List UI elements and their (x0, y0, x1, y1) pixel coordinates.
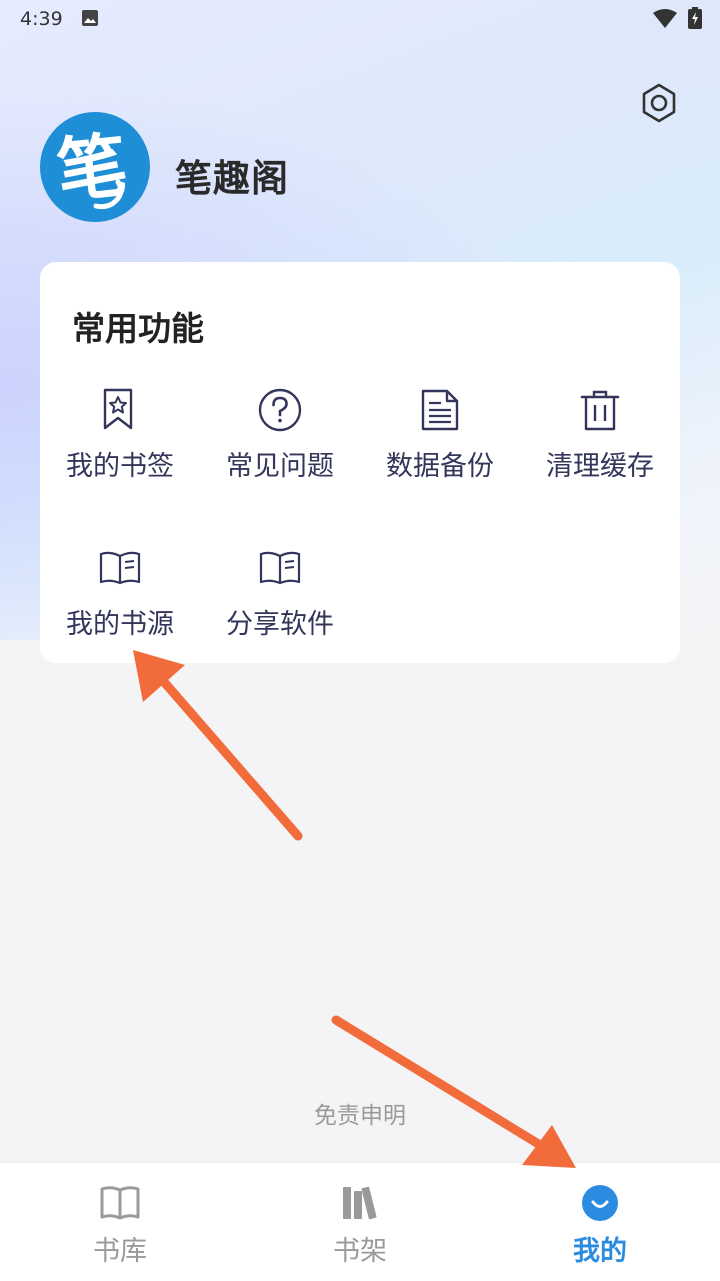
document-icon (421, 389, 459, 431)
settings-icon[interactable] (638, 82, 680, 124)
nav-label: 我的 (573, 1236, 627, 1267)
card-title: 常用功能 (72, 309, 204, 348)
nav-tab-mine[interactable]: 我的 (480, 1163, 720, 1281)
question-circle-icon (258, 388, 302, 432)
function-label: 我的书源 (66, 609, 174, 640)
common-functions-card: 常用功能 我的书签 常见问题 数据备份 清理缓存 我的书源 分享软件 (40, 262, 680, 663)
nav-label: 书库 (93, 1236, 147, 1267)
battery-icon (688, 7, 702, 29)
bookshelf-icon (343, 1186, 377, 1220)
bottom-navigation: 书库 书架 我的 (0, 1162, 720, 1281)
wifi-icon (653, 9, 677, 28)
nav-tab-bookshelf[interactable]: 书架 (240, 1163, 480, 1281)
function-share-app[interactable]: 分享软件 (200, 546, 360, 676)
function-label: 我的书签 (66, 451, 174, 482)
status-bar: 4:39 (0, 0, 720, 36)
function-faq[interactable]: 常见问题 (200, 388, 360, 518)
function-data-backup[interactable]: 数据备份 (360, 388, 520, 518)
function-clear-cache[interactable]: 清理缓存 (520, 388, 680, 518)
image-notification-icon (82, 10, 98, 26)
book-icon (100, 1186, 140, 1220)
status-time: 4:39 (20, 8, 63, 30)
app-avatar-logo[interactable]: 笔 (40, 112, 150, 222)
function-my-bookmarks[interactable]: 我的书签 (40, 388, 200, 518)
arrow-to-book-sources (133, 650, 303, 841)
bookmark-star-icon (103, 388, 133, 430)
function-label: 数据备份 (386, 451, 494, 482)
function-label: 清理缓存 (546, 451, 654, 482)
arrow-to-mine-tab (331, 1015, 576, 1168)
smile-icon (582, 1185, 618, 1221)
nav-tab-library[interactable]: 书库 (0, 1163, 240, 1281)
function-label: 常见问题 (226, 451, 334, 482)
open-book-icon (259, 551, 301, 585)
function-label: 分享软件 (226, 609, 334, 640)
app-name: 笔趣阁 (175, 157, 289, 200)
disclaimer-link[interactable]: 免责申明 (0, 1096, 720, 1130)
nav-label: 书架 (333, 1236, 387, 1267)
trash-icon (580, 390, 620, 431)
logo-brush-character: 笔 (53, 123, 131, 213)
open-book-icon (99, 551, 141, 585)
function-my-book-sources[interactable]: 我的书源 (40, 546, 200, 676)
